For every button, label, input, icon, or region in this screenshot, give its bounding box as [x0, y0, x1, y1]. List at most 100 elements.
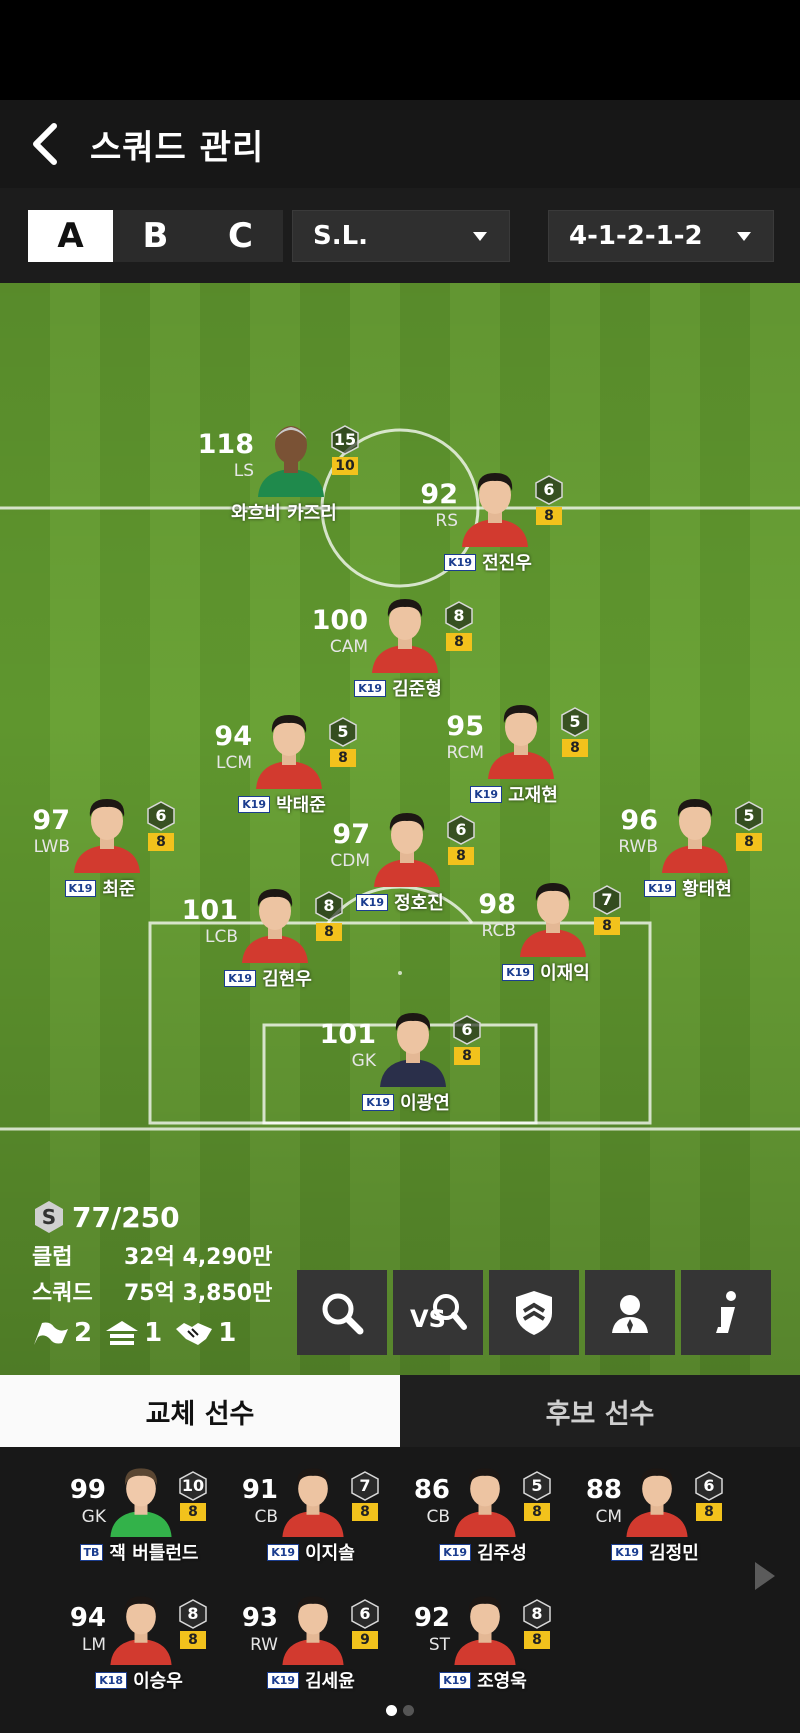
player-photo	[374, 813, 440, 887]
enhance-grade-badge: 7	[350, 1471, 380, 1501]
player-name: 와흐비 카즈리	[231, 503, 337, 524]
flag-icon	[34, 1322, 68, 1345]
player-photo	[258, 426, 324, 497]
level-badge: 8	[524, 1503, 550, 1521]
formation-dropdown[interactable]: 4-1-2-1-2	[548, 210, 774, 262]
enhance-grade-badge: 7	[592, 885, 622, 915]
level-badge: 9	[352, 1631, 378, 1649]
player-name: 정호진	[394, 893, 444, 914]
player-card-gk[interactable]: 101 GK 6 8 K19 이광연	[306, 1005, 506, 1155]
level-badge: 8	[446, 633, 472, 651]
player-photo	[520, 883, 586, 957]
bench-player-card[interactable]: 99 GK 10 8 TB 잭 버틀런드	[44, 1461, 214, 1591]
player-photo	[282, 1596, 344, 1665]
team-emblem-icon	[516, 1290, 552, 1335]
player-position: CDM	[330, 851, 370, 871]
player-ovr: 99	[69, 1475, 106, 1505]
player-name: 조영욱	[477, 1671, 527, 1692]
season-badge: K19	[224, 969, 257, 987]
season-badge: K19	[267, 1671, 300, 1689]
search-button[interactable]	[297, 1270, 387, 1355]
header: 스쿼드 관리	[0, 100, 800, 188]
bench-list: 99 GK 10 8 TB 잭 버틀런드 91 CB 7 8 K19 이지솔 8…	[0, 1447, 800, 1733]
vs-search-icon: VS	[410, 1293, 467, 1333]
compare-button[interactable]: VS	[393, 1270, 483, 1355]
player-position: LCM	[215, 753, 252, 773]
enhance-grade-badge: 8	[522, 1599, 552, 1629]
tab-substitutes[interactable]: 교체 선수	[0, 1375, 400, 1447]
squad-select-dropdown[interactable]: S.L.	[292, 210, 510, 262]
squad-tab-b[interactable]: B	[113, 210, 198, 262]
player-ovr: 101	[319, 1019, 376, 1050]
svg-text:S: S	[42, 1205, 56, 1229]
level-badge: 8	[536, 507, 562, 525]
player-name: 이승우	[133, 1671, 183, 1692]
upgrade-icon	[106, 1321, 139, 1345]
player-name: 이지솔	[305, 1543, 355, 1564]
page-dot-1[interactable]	[386, 1705, 397, 1716]
enhance-grade-badge: 6	[694, 1471, 724, 1501]
salary-cap-value: 77/250	[72, 1200, 180, 1234]
enhance-grade-badge: 5	[522, 1471, 552, 1501]
player-position: CAM	[329, 637, 368, 657]
bench-player-card[interactable]: 93 RW 6 9 K19 김세윤	[216, 1589, 386, 1719]
player-ovr: 97	[32, 805, 70, 836]
player-position: CB	[254, 1507, 278, 1527]
bench-player-card[interactable]: 92 ST 8 8 K19 조영욱	[388, 1589, 558, 1719]
player-ovr: 92	[413, 1603, 450, 1633]
bench-player-card[interactable]: 86 CB 5 8 K19 김주성	[388, 1461, 558, 1591]
squad-tabs: A B C	[28, 210, 283, 262]
player-ovr: 98	[478, 889, 516, 920]
player-ovr: 95	[446, 711, 484, 742]
player-name: 이광연	[400, 1093, 450, 1114]
squad-value-row: 스쿼드 75억 3,850만	[32, 1273, 292, 1309]
info-button[interactable]	[681, 1270, 771, 1355]
enhance-grade-badge: 6	[146, 801, 176, 831]
tab-reserves[interactable]: 후보 선수	[400, 1375, 800, 1447]
chevron-left-icon	[33, 123, 57, 165]
bench-player-card[interactable]: 88 CM 6 8 K19 김정민	[560, 1461, 730, 1591]
player-position: RCM	[446, 743, 484, 763]
player-card-ls[interactable]: 118 LS 15 10 와흐비 카즈리	[184, 415, 384, 565]
player-position: RW	[250, 1635, 278, 1655]
bench-player-card[interactable]: 91 CB 7 8 K19 이지솔	[216, 1461, 386, 1591]
level-badge: 8	[352, 1503, 378, 1521]
team-color-button[interactable]	[489, 1270, 579, 1355]
formation-value: 4-1-2-1-2	[569, 221, 703, 251]
player-ovr: 86	[413, 1475, 450, 1505]
manager-icon	[612, 1294, 648, 1333]
club-value: 32억 4,290만	[124, 1245, 273, 1270]
season-badge: TB	[79, 1543, 104, 1561]
enhance-grade-badge: 6	[534, 475, 564, 505]
next-page-arrow-icon[interactable]	[755, 1562, 775, 1590]
level-badge: 8	[330, 749, 356, 767]
player-ovr: 94	[214, 721, 252, 752]
season-badge: K19	[502, 963, 535, 981]
level-badge: 8	[454, 1047, 480, 1065]
upgrade-count: 1	[144, 1318, 163, 1348]
enhance-grade-badge: 10	[178, 1471, 208, 1501]
enhance-grade-badge: 6	[350, 1599, 380, 1629]
enhance-grade-badge: 8	[444, 601, 474, 631]
search-icon	[322, 1293, 364, 1334]
season-badge: K18	[95, 1671, 128, 1689]
squad-tab-a[interactable]: A	[28, 210, 113, 262]
player-name: 김현우	[262, 969, 312, 990]
level-badge: 8	[524, 1631, 550, 1649]
squad-stats: S 77/250 클럽 32억 4,290만 스쿼드 75억 3,850만 2 …	[32, 1197, 292, 1353]
level-badge: 8	[148, 833, 174, 851]
enhance-grade-badge: 8	[178, 1599, 208, 1629]
manager-button[interactable]	[585, 1270, 675, 1355]
status-bar	[0, 0, 800, 100]
enhance-grade-badge: 5	[328, 717, 358, 747]
level-badge: 8	[562, 739, 588, 757]
squad-tab-c[interactable]: C	[198, 210, 283, 262]
player-card-rcb[interactable]: 98 RCB 7 8 K19 이재익	[446, 875, 646, 1025]
page-dot-2[interactable]	[403, 1705, 414, 1716]
season-badge: K19	[611, 1543, 644, 1561]
bench-player-card[interactable]: 94 LM 8 8 K18 이승우	[44, 1589, 214, 1719]
level-badge: 10	[332, 457, 358, 475]
squad-value: 75억 3,850만	[124, 1281, 273, 1306]
player-name: 고재현	[508, 785, 558, 806]
back-button[interactable]	[0, 100, 90, 188]
